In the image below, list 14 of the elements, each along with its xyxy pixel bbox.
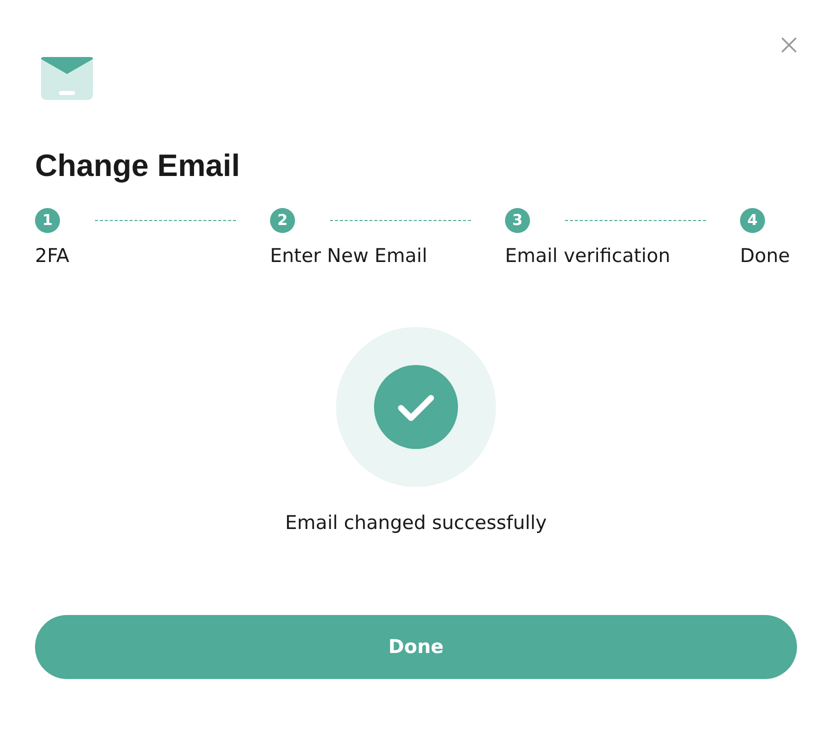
step-label: 2FA: [35, 244, 70, 268]
close-icon[interactable]: [781, 37, 797, 53]
envelope-icon: [41, 57, 93, 100]
success-message: Email changed successfully: [285, 511, 547, 536]
step-number: 4: [740, 208, 765, 232]
step-label: Enter New Email: [270, 244, 428, 268]
step-number: 3: [505, 208, 530, 232]
step-label: Email verification: [505, 244, 672, 268]
dialog-title: Change Email: [35, 147, 241, 185]
step-number: 2: [270, 208, 295, 232]
checkmark-icon: [374, 365, 458, 449]
done-button[interactable]: Done: [35, 615, 797, 679]
step-number: 1: [35, 208, 60, 232]
step-label: Done: [740, 244, 791, 268]
